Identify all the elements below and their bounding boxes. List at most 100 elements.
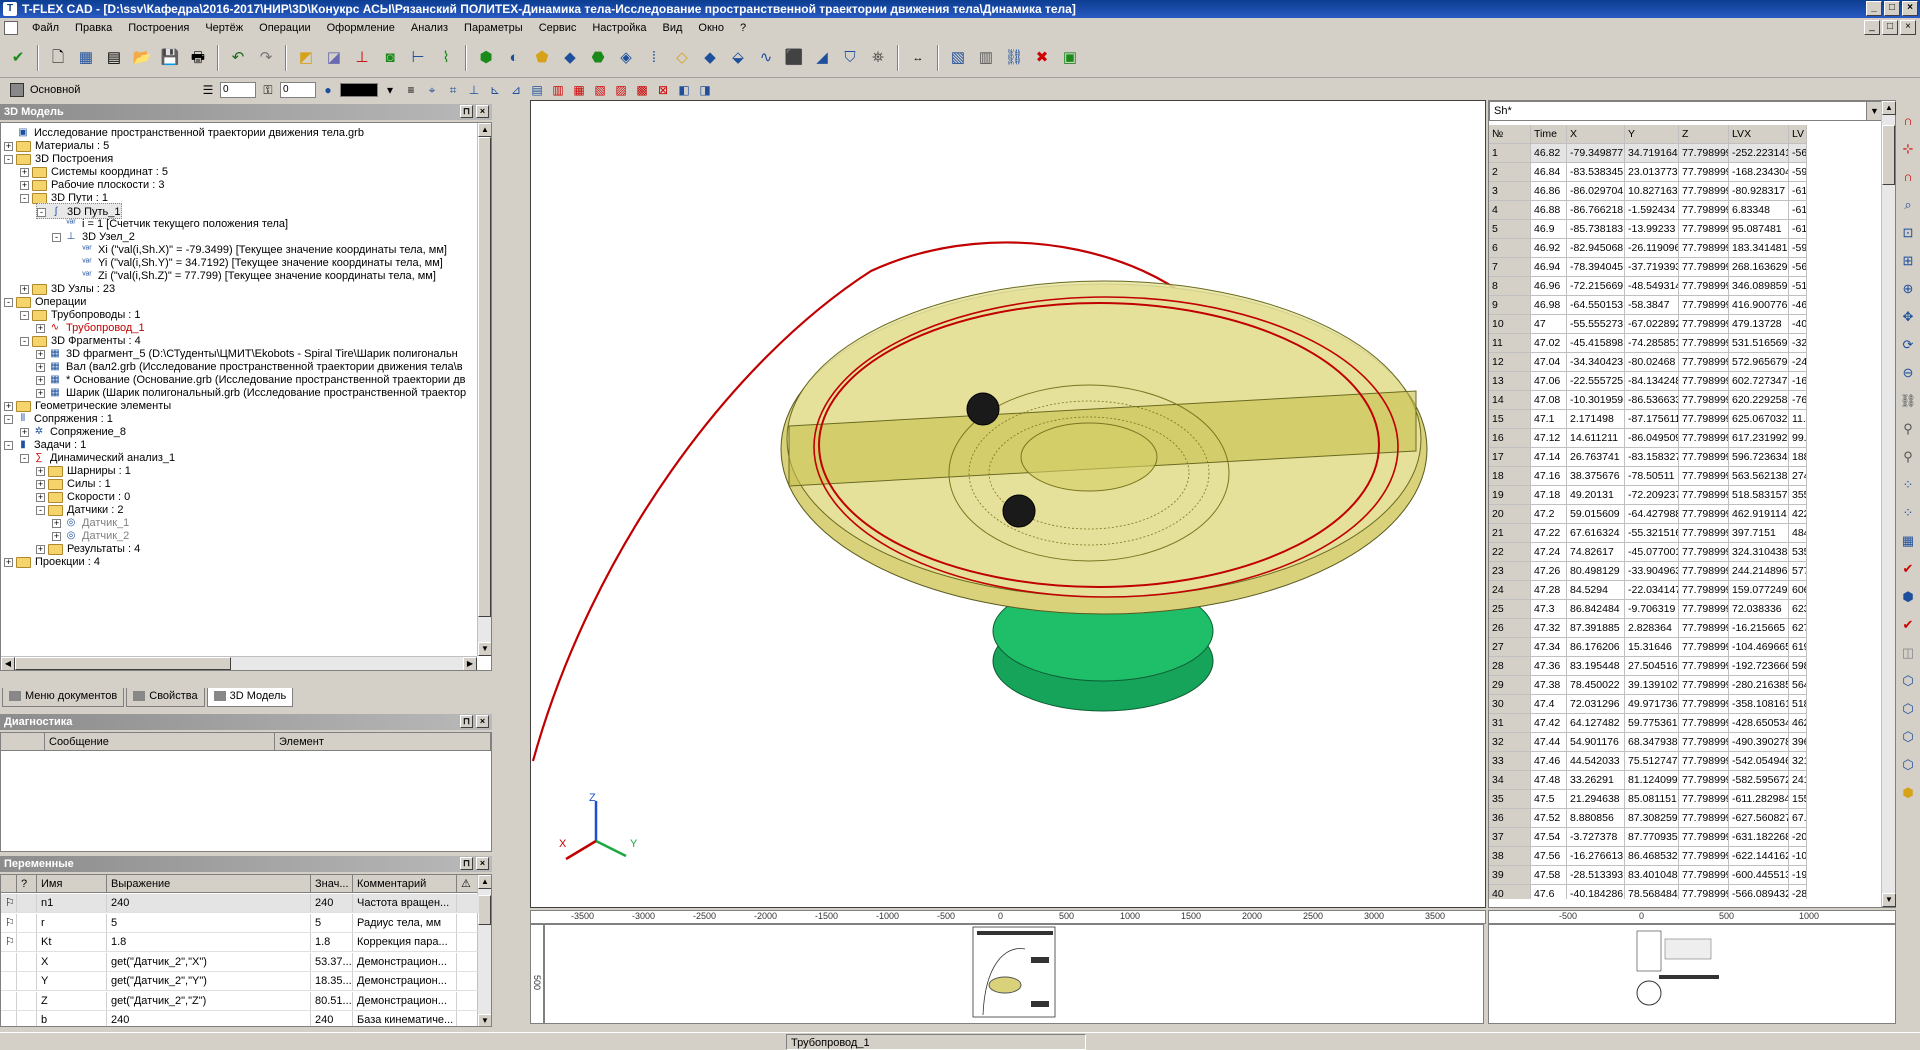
table-row[interactable]: 11 47.02 -45.415898 -74.285851 77.798999 531.…: [1489, 334, 1883, 353]
draft-icon[interactable]: ⬙: [726, 46, 750, 70]
variable-name[interactable]: b: [37, 1011, 107, 1026]
table-cell[interactable]: 77.798999: [1679, 220, 1729, 239]
table-cell[interactable]: 183.341481: [1729, 239, 1789, 258]
column-header[interactable]: Time: [1531, 125, 1567, 144]
variable-expression[interactable]: 1.8: [107, 933, 311, 951]
table-row[interactable]: 2 46.84 -83.538345 23.013773 77.798999 -168.2…: [1489, 163, 1883, 182]
row-header[interactable]: 8: [1489, 277, 1531, 296]
table-cell[interactable]: 244.214896: [1729, 562, 1789, 581]
table-cell[interactable]: 77.798999: [1679, 657, 1729, 676]
table-cell[interactable]: 422: [1789, 505, 1807, 524]
menu-item-11[interactable]: Окно: [690, 18, 732, 38]
table-cell[interactable]: 77.798999: [1679, 733, 1729, 752]
table-cell[interactable]: 346.089859: [1729, 277, 1789, 296]
table-row[interactable]: 8 46.96 -72.215669 -48.549314 77.798999 346.0…: [1489, 277, 1883, 296]
table-cell[interactable]: -28: [1789, 885, 1807, 899]
table-cell[interactable]: -55.321516: [1625, 524, 1679, 543]
variable-row[interactable]: Yget("Датчик_2","Y") 18.35... Демонстрацио…: [1, 972, 479, 991]
table-cell[interactable]: -83.538345: [1567, 163, 1625, 182]
filter-icon-4[interactable]: ⊾: [486, 81, 504, 99]
table-cell[interactable]: -13.99233: [1625, 220, 1679, 239]
table-cell[interactable]: 77.798999: [1679, 258, 1729, 277]
table-row[interactable]: 34 47.48 33.26291 81.124099 77.798999 -582.59…: [1489, 771, 1883, 790]
maximize-icon[interactable]: □: [1884, 1, 1900, 16]
menu-item-12[interactable]: ?: [732, 18, 754, 38]
expand-icon[interactable]: +: [20, 167, 29, 177]
row-header[interactable]: 27: [1489, 638, 1531, 657]
table-cell[interactable]: 11.: [1789, 410, 1807, 429]
table-cell[interactable]: 577: [1789, 562, 1807, 581]
variable-expression[interactable]: get("Датчик_2","Y"): [107, 972, 311, 990]
table-cell[interactable]: -85.738183: [1567, 220, 1625, 239]
table-row[interactable]: 23 47.26 80.498129 -33.904963 77.798999 244.2…: [1489, 562, 1883, 581]
row-header[interactable]: 35: [1489, 790, 1531, 809]
sheet-selector[interactable]: Sh* ▼: [1489, 101, 1883, 121]
row-header[interactable]: 22: [1489, 543, 1531, 562]
table-cell[interactable]: 67.: [1789, 809, 1807, 828]
levels-icon[interactable]: ☰: [199, 81, 217, 99]
row-header[interactable]: 30: [1489, 695, 1531, 714]
column-header[interactable]: LVX: [1729, 125, 1789, 144]
table-cell[interactable]: -86.766218: [1567, 201, 1625, 220]
save-icon[interactable]: 💾: [158, 46, 182, 70]
check-icon[interactable]: ✔: [1898, 558, 1918, 580]
table-cell[interactable]: 47.48: [1531, 771, 1567, 790]
collapse-icon[interactable]: -: [20, 310, 29, 320]
table-cell[interactable]: 188: [1789, 448, 1807, 467]
table-cell[interactable]: 83.195448: [1567, 657, 1625, 676]
table-cell[interactable]: -16.215665: [1729, 619, 1789, 638]
table-cell[interactable]: 155: [1789, 790, 1807, 809]
table-cell[interactable]: 78.450022: [1567, 676, 1625, 695]
table-cell[interactable]: 47.38: [1531, 676, 1567, 695]
variable-value[interactable]: 1.8: [311, 933, 353, 951]
expand-icon[interactable]: +: [52, 518, 61, 528]
table-cell[interactable]: -627.560827: [1729, 809, 1789, 828]
table-cell[interactable]: 484: [1789, 524, 1807, 543]
expand-icon[interactable]: +: [36, 388, 45, 398]
table-cell[interactable]: 47.24: [1531, 543, 1567, 562]
table-cell[interactable]: 27.504516: [1625, 657, 1679, 676]
table-cell[interactable]: -542.054946: [1729, 752, 1789, 771]
loft-icon[interactable]: ⬟: [530, 46, 554, 70]
workplane-icon[interactable]: ◩: [294, 46, 318, 70]
table-cell[interactable]: -86.029704: [1567, 182, 1625, 201]
frame-icon[interactable]: ▣: [1058, 46, 1082, 70]
row-header[interactable]: 23: [1489, 562, 1531, 581]
table-cell[interactable]: -45.077001: [1625, 543, 1679, 562]
pin-icon[interactable]: ⊓: [460, 715, 473, 728]
collapse-icon[interactable]: -: [20, 193, 29, 203]
table-row[interactable]: 37 47.54 -3.727378 87.770935 77.798999 -631.1…: [1489, 828, 1883, 847]
filter-icon-14[interactable]: ◨: [696, 81, 714, 99]
array-icon[interactable]: ⁞: [642, 46, 666, 70]
scroll-thumb[interactable]: [1882, 125, 1895, 185]
scroll-down-icon[interactable]: ▼: [1882, 893, 1896, 907]
table-cell[interactable]: 77.798999: [1679, 391, 1729, 410]
document-icon[interactable]: [4, 21, 18, 35]
view-top-icon[interactable]: ⬡: [1898, 670, 1918, 692]
table-cell[interactable]: 23.013773: [1625, 163, 1679, 182]
priority-spin[interactable]: 0: [280, 82, 316, 98]
table-cell[interactable]: -83.158327: [1625, 448, 1679, 467]
zoom-icon[interactable]: ⌕: [1898, 194, 1918, 216]
table-cell[interactable]: 563.562138: [1729, 467, 1789, 486]
expand-icon[interactable]: +: [36, 375, 45, 385]
table-cell[interactable]: 77.798999: [1679, 372, 1729, 391]
3d-viewport[interactable]: Z Y X: [530, 100, 1486, 908]
variable-row[interactable]: ⚐ Kt 1.8 1.8 Коррекция пара...: [1, 933, 479, 952]
table-cell[interactable]: 47: [1531, 315, 1567, 334]
scroll-down-icon[interactable]: ▼: [478, 642, 491, 656]
doc-restore-icon[interactable]: □: [1882, 20, 1898, 35]
table-row[interactable]: 9 46.98 -64.550153 -58.3847 77.798999 416.900…: [1489, 296, 1883, 315]
tree-item[interactable]: ᵛᵃʳ Zi ("val(i,Sh.Z)" = 77.799) [Текущее …: [68, 268, 436, 284]
magnet-2-icon[interactable]: ∩: [1898, 166, 1918, 188]
filter-icon-10[interactable]: ▨: [612, 81, 630, 99]
table-row[interactable]: 7 46.94 -78.394045 -37.719393 77.798999 268.1…: [1489, 258, 1883, 277]
tab-2[interactable]: 3D Модель: [206, 688, 294, 707]
table-cell[interactable]: -51: [1789, 277, 1807, 296]
new-document-icon[interactable]: 🗋: [46, 46, 70, 70]
table-cell[interactable]: 596.723634: [1729, 448, 1789, 467]
row-header[interactable]: 10: [1489, 315, 1531, 334]
table-cell[interactable]: -34.340423: [1567, 353, 1625, 372]
table-cell[interactable]: -86.049509: [1625, 429, 1679, 448]
table-cell[interactable]: 80.498129: [1567, 562, 1625, 581]
